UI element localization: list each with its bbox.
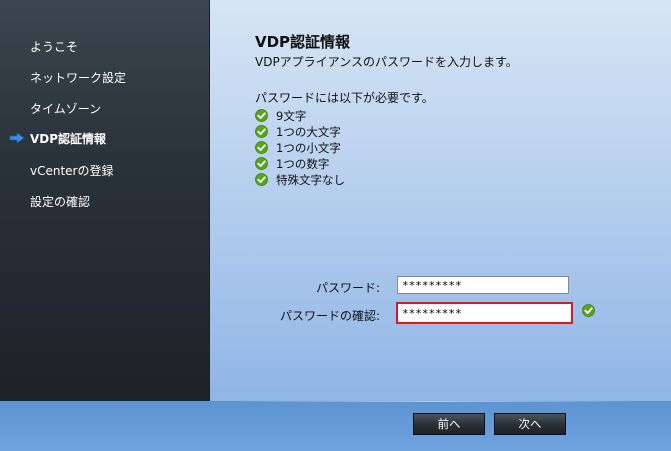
arrow-right-icon xyxy=(9,132,25,144)
sidebar-item-vdp-credentials[interactable]: VDP認証情報 xyxy=(30,130,106,147)
requirement-label: 1つの小文字 xyxy=(276,141,341,155)
requirement-label: 1つの数字 xyxy=(276,157,330,171)
sidebar-item-timezone[interactable]: タイムゾーン xyxy=(30,100,101,117)
sidebar-item-welcome[interactable]: ようこそ xyxy=(30,38,78,55)
page-subtitle: VDPアプライアンスのパスワードを入力します。 xyxy=(255,55,518,69)
requirement-label: 9文字 xyxy=(276,109,307,123)
check-icon xyxy=(255,109,268,122)
password-label: パスワード: xyxy=(315,281,380,295)
page-title: VDP認証情報 xyxy=(255,33,351,51)
password-input[interactable] xyxy=(397,276,569,294)
footer-divider xyxy=(230,401,640,402)
requirements-heading: パスワードには以下が必要です。 xyxy=(255,91,434,105)
sidebar-item-review-settings[interactable]: 設定の確認 xyxy=(30,193,90,210)
sidebar-item-network-settings[interactable]: ネットワーク設定 xyxy=(30,69,126,86)
check-icon xyxy=(255,157,268,170)
back-button[interactable]: 前へ xyxy=(413,413,485,435)
check-icon xyxy=(582,304,595,317)
check-icon xyxy=(255,173,268,186)
next-button[interactable]: 次へ xyxy=(494,413,566,435)
confirm-password-input[interactable] xyxy=(396,302,573,324)
check-icon xyxy=(255,125,268,138)
sidebar-item-vcenter-registration[interactable]: vCenterの登録 xyxy=(30,162,114,179)
confirm-password-label: パスワードの確認: xyxy=(279,309,380,323)
wizard-footer: 前へ 次へ xyxy=(0,401,671,451)
wizard-main-panel: VDP認証情報 VDPアプライアンスのパスワードを入力します。 パスワードには以… xyxy=(210,0,671,401)
check-icon xyxy=(255,141,268,154)
requirement-label: 特殊文字なし xyxy=(276,173,345,187)
requirement-label: 1つの大文字 xyxy=(276,125,341,139)
wizard-sidebar: ようこそ ネットワーク設定 タイムゾーン VDP認証情報 vCenterの登録 … xyxy=(0,0,210,401)
